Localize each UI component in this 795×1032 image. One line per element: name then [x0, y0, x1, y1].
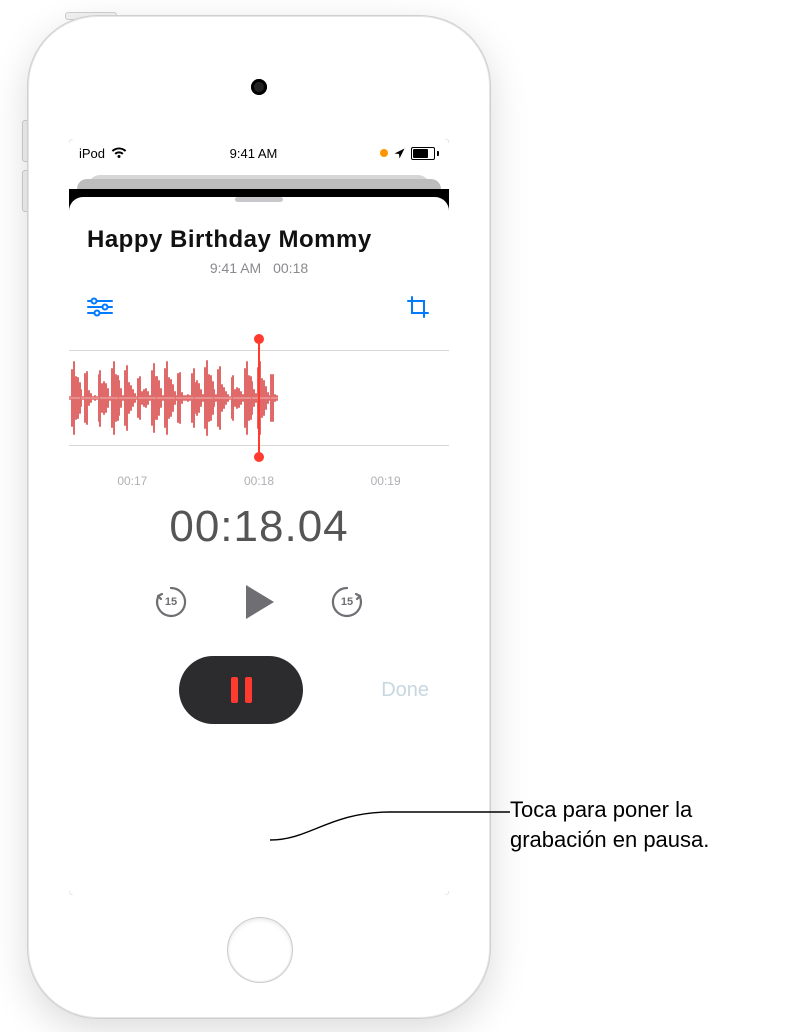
callout-text: Toca para poner la grabación en pausa.: [510, 795, 709, 854]
callout-line1: Toca para poner la: [510, 795, 709, 825]
front-camera: [251, 79, 267, 95]
timeline-tick: 00:19: [371, 474, 401, 488]
skip-forward-15-button[interactable]: 15: [327, 582, 367, 622]
pause-recording-button[interactable]: [179, 656, 303, 724]
timeline-tick: 00:18: [244, 474, 274, 488]
recording-sheet: Happy Birthday Mommy 9:41 AM 00:18: [69, 197, 449, 895]
recording-duration: 00:18: [273, 260, 308, 276]
playhead[interactable]: [258, 338, 260, 458]
carrier-label: iPod: [79, 146, 105, 161]
recording-subtitle: 9:41 AM 00:18: [69, 260, 449, 276]
location-icon: [394, 148, 405, 159]
sheet-stack: [69, 167, 449, 189]
status-time: 9:41 AM: [230, 146, 278, 161]
recording-time: 9:41 AM: [210, 260, 261, 276]
skip-back-amount: 15: [165, 596, 177, 608]
callout-leader: [270, 810, 520, 870]
sheet-grabber[interactable]: [235, 197, 283, 202]
callout-line2: grabación en pausa.: [510, 825, 709, 855]
wifi-icon: [111, 147, 127, 159]
elapsed-time: 00:18.04: [69, 502, 449, 552]
recording-indicator-icon: [380, 149, 388, 157]
trim-icon[interactable]: [405, 294, 431, 320]
battery-icon: [411, 147, 439, 160]
pause-icon: [231, 677, 252, 703]
recording-title[interactable]: Happy Birthday Mommy: [69, 226, 449, 254]
home-button[interactable]: [227, 917, 293, 983]
play-button[interactable]: [237, 580, 281, 624]
status-bar: iPod 9:41 AM: [69, 139, 449, 167]
waveform[interactable]: 00:17 00:18 00:19: [69, 332, 449, 492]
skip-forward-amount: 15: [341, 596, 353, 608]
skip-back-15-button[interactable]: 15: [151, 582, 191, 622]
screen: iPod 9:41 AM Happy Birthday Mommy 9:41 A…: [69, 139, 449, 895]
done-button[interactable]: Done: [381, 679, 429, 702]
options-icon[interactable]: [87, 294, 113, 320]
timeline-tick: 00:17: [117, 474, 147, 488]
